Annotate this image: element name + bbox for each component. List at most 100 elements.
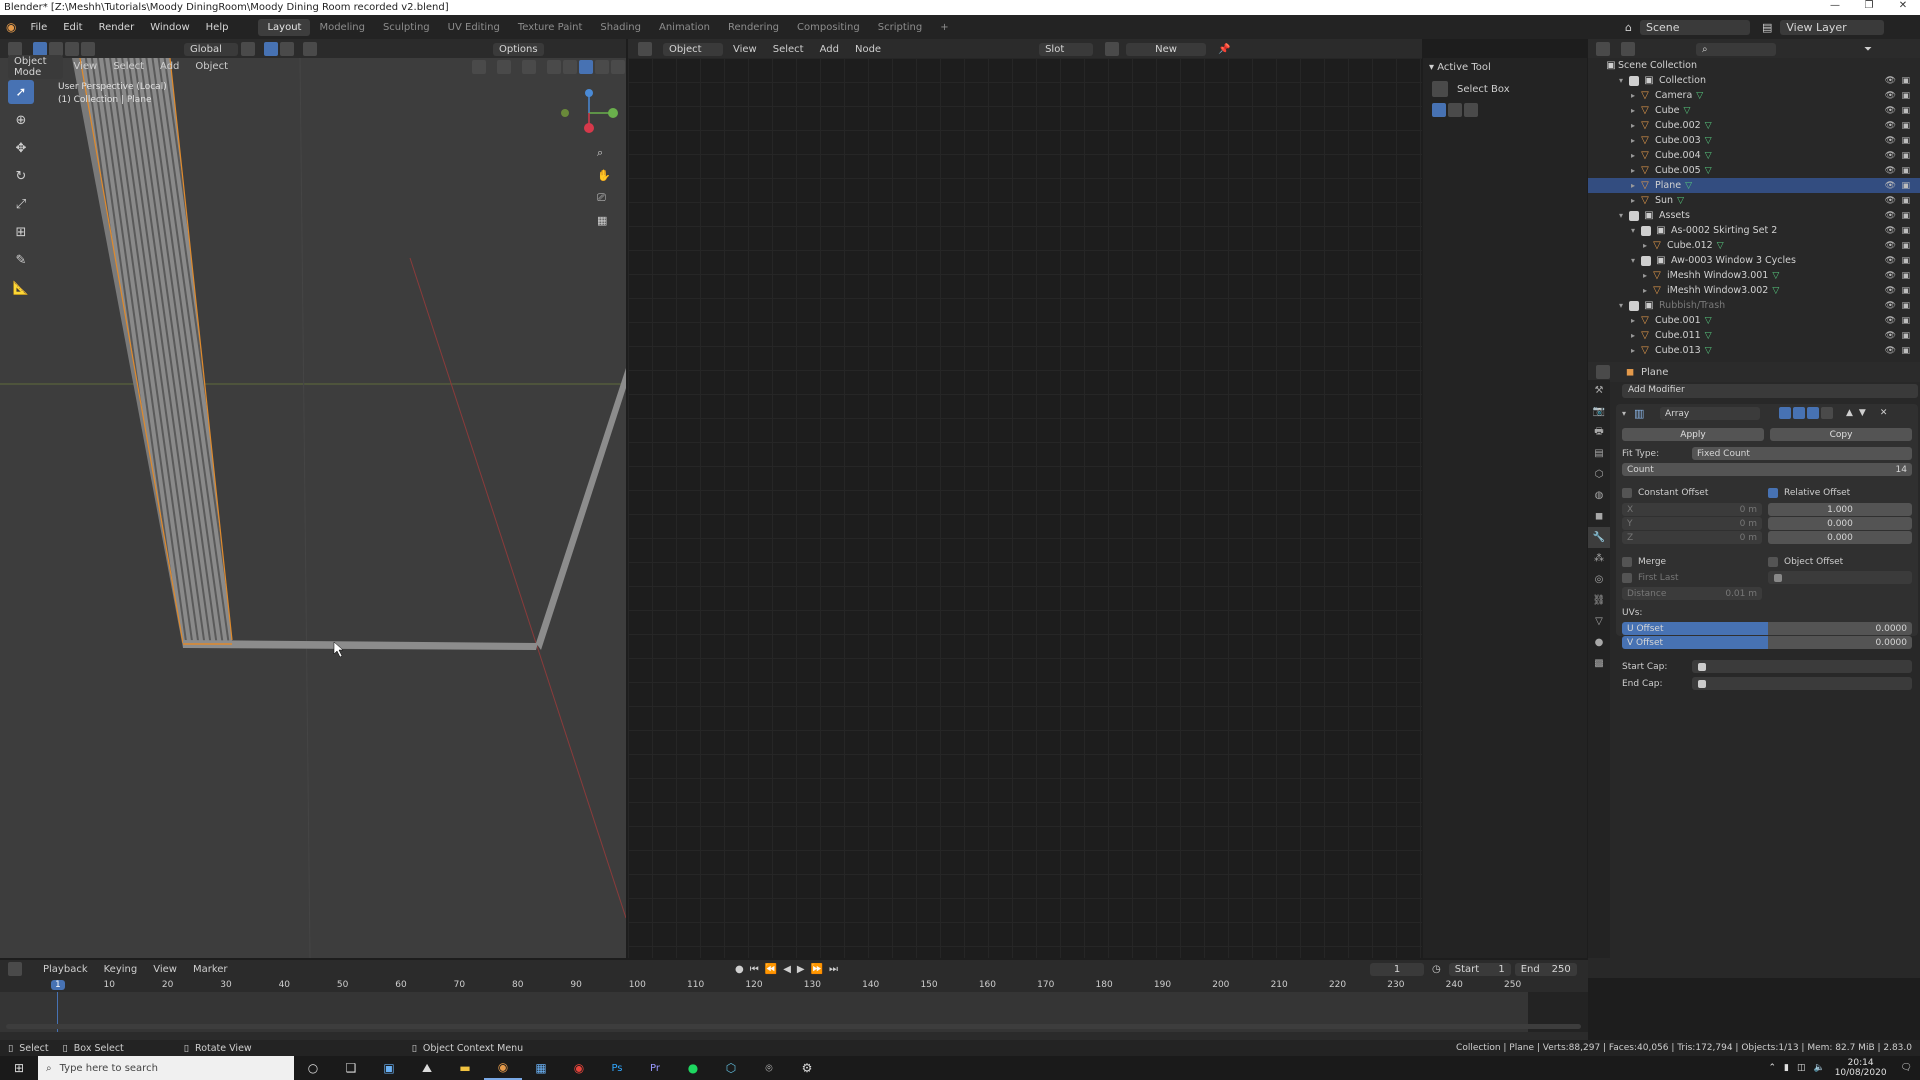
tab-sculpting[interactable]: Sculpting — [374, 19, 439, 36]
timeline-view-menu[interactable]: View — [147, 963, 183, 976]
render-toggle-icon[interactable]: ▣ — [1901, 331, 1910, 341]
start-frame-field[interactable]: Start 1 — [1448, 962, 1511, 976]
relative-z-field[interactable]: 0.000 — [1768, 531, 1912, 544]
overlay-icon[interactable] — [522, 59, 536, 74]
object-offset-checkbox[interactable] — [1768, 557, 1778, 567]
constraints-tab-icon[interactable]: ⛓ — [1588, 590, 1610, 611]
play-reverse-icon[interactable]: ◀ — [783, 964, 791, 975]
render-toggle-icon[interactable]: ▣ — [1901, 316, 1910, 326]
expand-icon[interactable]: ▸ — [1628, 121, 1638, 130]
expand-icon[interactable]: ▸ — [1628, 151, 1638, 160]
world-tab-icon[interactable]: ◍ — [1588, 485, 1610, 506]
outliner-row[interactable]: ▾ ▣ Collection 👁 ▣ — [1588, 73, 1920, 88]
active-tool-header[interactable]: ▾ Active Tool — [1423, 58, 1587, 77]
jump-end-icon[interactable]: ⏭ — [829, 964, 838, 975]
select-subtract-icon[interactable] — [81, 42, 95, 56]
cursor-tool-icon[interactable]: ⊕ — [8, 108, 34, 132]
visibility-eye-icon[interactable]: 👁 — [1885, 136, 1896, 146]
shading-render-icon[interactable] — [611, 59, 625, 74]
mode-subtract-icon[interactable] — [1464, 103, 1478, 117]
outliner-row[interactable]: ▸ ▽ Cube.002 ▽ 👁 ▣ — [1588, 118, 1920, 133]
visibility-eye-icon[interactable]: 👁 — [1885, 286, 1896, 296]
end-cap-field[interactable] — [1692, 677, 1912, 690]
outliner-type-icon[interactable] — [1596, 42, 1610, 56]
mesh-data-icon[interactable]: ▽ — [1772, 286, 1779, 296]
app-icon-5[interactable]: ⚙ — [788, 1056, 826, 1080]
outliner-row[interactable]: ▸ ▽ Cube.013 ▽ 👁 ▣ — [1588, 343, 1920, 358]
render-toggle-icon[interactable]: ▣ — [1901, 166, 1910, 176]
mesh-data-icon[interactable]: ▽ — [1705, 346, 1712, 356]
mesh-data-icon[interactable]: ▽ — [1696, 91, 1703, 101]
render-toggle-icon[interactable]: ▣ — [1901, 346, 1910, 356]
visibility-eye-icon[interactable]: 👁 — [1885, 346, 1896, 356]
view-layer-tab-icon[interactable]: ▤ — [1588, 443, 1610, 464]
premiere-icon[interactable]: Pr — [636, 1056, 674, 1080]
mesh-data-icon[interactable]: ▽ — [1772, 271, 1779, 281]
mesh-data-icon[interactable]: ▽ — [1684, 106, 1691, 116]
outliner-row[interactable]: ▸ ▽ Plane ▽ 👁 ▣ — [1588, 178, 1920, 193]
shading-material-icon[interactable] — [595, 59, 609, 74]
outliner-row[interactable]: ▸ ▽ iMeshh Window3.002 ▽ 👁 ▣ — [1588, 283, 1920, 298]
view-layer-selector[interactable]: View Layer — [1780, 19, 1885, 35]
app-icon-4[interactable]: ⌾ — [750, 1056, 788, 1080]
select-extend-icon[interactable] — [65, 42, 79, 56]
menu-add[interactable]: Add — [154, 60, 185, 73]
minimize-icon[interactable]: — — [1818, 0, 1852, 11]
menu-window[interactable]: Window — [142, 22, 197, 33]
keying-menu[interactable]: Keying — [98, 963, 144, 976]
render-toggle-icon[interactable]: ▣ — [1901, 91, 1910, 101]
scene-icon[interactable]: ⌂ — [1625, 21, 1632, 34]
render-toggle-icon[interactable]: ▣ — [1901, 256, 1910, 266]
visibility-eye-icon[interactable]: 👁 — [1885, 316, 1896, 326]
constant-offset-checkbox[interactable] — [1622, 488, 1632, 498]
expand-icon[interactable]: ▸ — [1628, 181, 1638, 190]
cortana-icon[interactable]: ○ — [294, 1056, 332, 1080]
visibility-eye-icon[interactable]: 👁 — [1885, 241, 1896, 251]
node-menu-node[interactable]: Node — [849, 43, 887, 56]
transform-tool-icon[interactable]: ⊞ — [8, 220, 34, 244]
outliner-row[interactable]: ▸ ▽ Cube.005 ▽ 👁 ▣ — [1588, 163, 1920, 178]
modifier-tab-icon[interactable]: 🔧 — [1588, 527, 1610, 548]
mesh-data-icon[interactable]: ▽ — [1705, 121, 1712, 131]
physics-tab-icon[interactable]: ◎ — [1588, 569, 1610, 590]
visibility-eye-icon[interactable]: 👁 — [1885, 226, 1896, 236]
mesh-data-icon[interactable]: ▽ — [1705, 166, 1712, 176]
copy-button[interactable]: Copy — [1770, 428, 1912, 441]
mode-extend-icon[interactable] — [1448, 103, 1462, 117]
expand-icon[interactable]: ▸ — [1628, 106, 1638, 115]
timeline-type-icon[interactable] — [8, 962, 22, 976]
tab-shading[interactable]: Shading — [591, 19, 650, 36]
3d-viewport[interactable]: User Perspective (Local) (1) Collection … — [0, 58, 626, 958]
collection-checkbox[interactable] — [1629, 75, 1639, 86]
visibility-eye-icon[interactable]: 👁 — [1885, 301, 1896, 311]
rotate-tool-icon[interactable]: ↻ — [8, 164, 34, 188]
zoom-icon[interactable]: ⌕ — [597, 146, 611, 160]
mesh-data-icon[interactable]: ▽ — [1717, 241, 1724, 251]
expand-icon[interactable]: ▸ — [1640, 271, 1650, 280]
object-tab-icon[interactable]: ◼ — [1588, 506, 1610, 527]
record-icon[interactable]: ● — [735, 964, 744, 975]
relative-offset-checkbox[interactable] — [1768, 488, 1778, 498]
data-tab-icon[interactable]: ▽ — [1588, 611, 1610, 632]
snap-target-icon[interactable] — [280, 42, 294, 56]
render-toggle-icon[interactable]: ▣ — [1901, 211, 1910, 221]
u-offset-field[interactable]: U Offset 0.0000 — [1622, 622, 1912, 635]
tab-uv-editing[interactable]: UV Editing — [439, 19, 509, 36]
menu-view[interactable]: View — [67, 60, 103, 73]
shading-wire-icon[interactable] — [563, 59, 577, 74]
visibility-eye-icon[interactable]: 👁 — [1885, 151, 1896, 161]
outliner-row[interactable]: ▾ ▣ Aw-0003 Window 3 Cycles 👁 ▣ — [1588, 253, 1920, 268]
offset-object-field[interactable] — [1768, 571, 1912, 584]
timeline-scrollbar[interactable] — [6, 1024, 1581, 1029]
app-icon-3[interactable]: ⬡ — [712, 1056, 750, 1080]
slot-dropdown[interactable]: Slot — [1039, 42, 1094, 56]
render-toggle-icon[interactable]: ▣ — [1901, 76, 1910, 86]
expand-icon[interactable]: ▸ — [1628, 316, 1638, 325]
visibility-eye-icon[interactable]: 👁 — [1885, 106, 1896, 116]
distance-field[interactable]: Distance 0.01 m — [1622, 587, 1762, 600]
render-toggle-icon[interactable]: ▣ — [1901, 181, 1910, 191]
render-toggle-icon[interactable]: ▣ — [1901, 121, 1910, 131]
render-tab-icon[interactable]: 📷 — [1588, 401, 1610, 422]
texture-tab-icon[interactable]: ▩ — [1588, 653, 1610, 674]
outliner-row[interactable]: ▸ ▽ Camera ▽ 👁 ▣ — [1588, 88, 1920, 103]
